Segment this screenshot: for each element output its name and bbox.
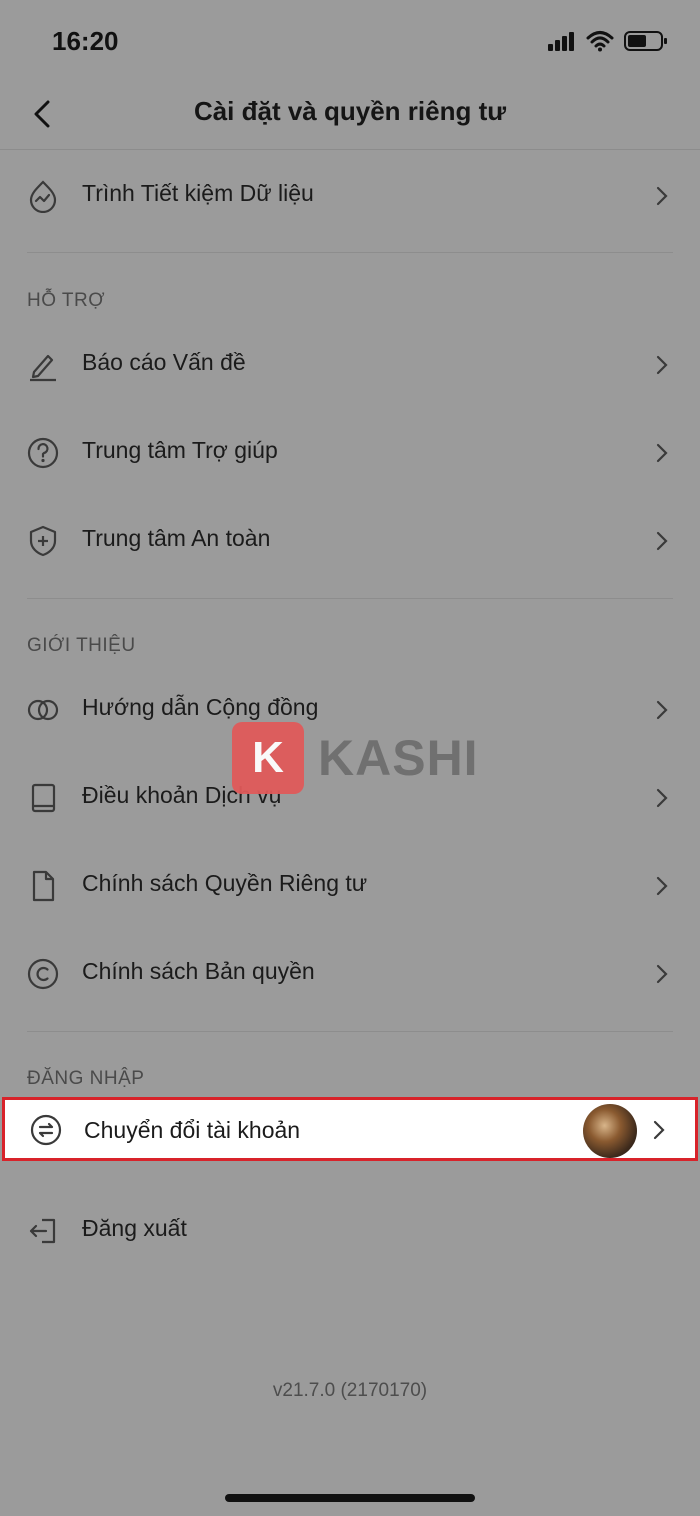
chevron-right-icon [654, 874, 670, 898]
status-time: 16:20 [52, 26, 119, 56]
settings-row-help-center[interactable]: Trung tâm Trợ giúp [0, 409, 700, 497]
data-saver-icon [26, 179, 60, 213]
settings-row-switch-account[interactable]: Chuyển đổi tài khoản [2, 1097, 698, 1161]
settings-row-label: Trình Tiết kiệm Dữ liệu [82, 180, 314, 206]
status-bar: 16:20 [0, 0, 700, 84]
page-title: Cài đặt và quyền riêng tư [193, 96, 507, 126]
avatar [583, 1104, 637, 1158]
watermark-logo: K KASHI [232, 722, 479, 794]
settings-row-label: Chính sách Bản quyền [82, 958, 315, 984]
settings-row-safety-center[interactable]: Trung tâm An toàn [0, 497, 700, 585]
app-version: v21.7.0 (2170170) [272, 1380, 428, 1401]
chevron-right-icon [654, 353, 670, 377]
copyright-icon [26, 957, 60, 991]
settings-row-logout[interactable]: Đăng xuất [0, 1187, 700, 1275]
section-title-about: GIỚI THIỆU [27, 635, 136, 656]
wifi-icon [586, 30, 614, 52]
divider [27, 598, 673, 599]
chevron-right-icon [654, 786, 670, 810]
chevron-right-icon [651, 1118, 667, 1142]
nav-bar: Cài đặt và quyền riêng tư [0, 84, 700, 150]
shield-plus-icon [26, 524, 60, 558]
settings-row-privacy-policy[interactable]: Chính sách Quyền Riêng tư [0, 842, 700, 930]
pencil-icon [26, 348, 60, 382]
section-title-login: ĐĂNG NHẬP [27, 1068, 145, 1089]
home-indicator[interactable] [225, 1494, 475, 1502]
battery-icon [624, 30, 668, 52]
divider [27, 1031, 673, 1032]
settings-row-label: Báo cáo Vấn đề [82, 349, 246, 375]
settings-row-label: Hướng dẫn Cộng đồng [82, 694, 319, 720]
settings-row-copyright-policy[interactable]: Chính sách Bản quyền [0, 930, 700, 1018]
settings-row-report-problem[interactable]: Báo cáo Vấn đề [0, 321, 700, 409]
chevron-right-icon [654, 698, 670, 722]
rings-icon [26, 693, 60, 727]
signal-icon [548, 31, 576, 51]
status-icons [548, 30, 668, 52]
section-title-support: HỖ TRỢ [27, 290, 106, 311]
chevron-right-icon [654, 962, 670, 986]
document-icon [26, 869, 60, 903]
settings-row-label: Chính sách Quyền Riêng tư [82, 870, 368, 896]
watermark-letter: K [232, 722, 304, 794]
chevron-right-icon [654, 441, 670, 465]
watermark-text: KASHI [318, 730, 479, 786]
switch-account-icon [29, 1113, 63, 1147]
logout-icon [26, 1214, 60, 1248]
chevron-right-icon [654, 529, 670, 553]
settings-row-label: Trung tâm Trợ giúp [82, 437, 278, 463]
chevron-right-icon [654, 184, 670, 208]
settings-row-label: Đăng xuất [82, 1215, 187, 1241]
settings-row-data-saver[interactable]: Trình Tiết kiệm Dữ liệu [0, 152, 700, 240]
book-icon [26, 781, 60, 815]
divider [27, 252, 673, 253]
settings-row-label: Chuyển đổi tài khoản [84, 1117, 301, 1143]
settings-row-label: Trung tâm An toàn [82, 525, 271, 551]
question-circle-icon [26, 436, 60, 470]
